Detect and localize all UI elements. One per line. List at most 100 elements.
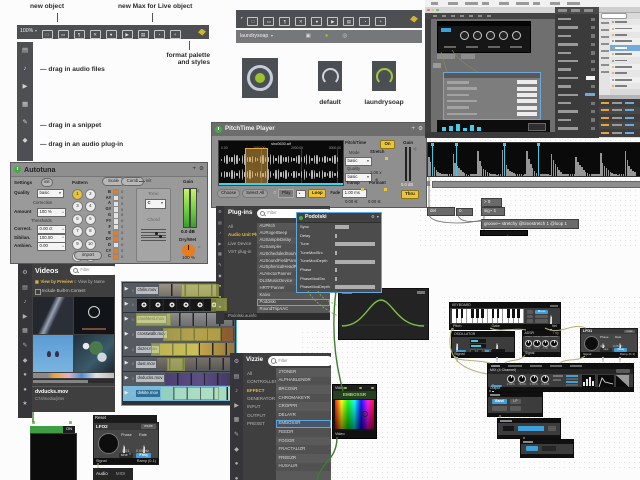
black-key[interactable] — [471, 309, 474, 318]
mute-button[interactable]: mute — [141, 424, 156, 429]
init-button[interactable]: init — [41, 178, 53, 187]
param-row[interactable]: TuneModDepth — [297, 257, 381, 266]
note-value[interactable]: 0 — [121, 249, 123, 253]
playbar-icon[interactable]: ▶ — [327, 17, 338, 26]
pattern-cell[interactable]: 7 — [72, 226, 83, 237]
power-icon[interactable] — [299, 216, 303, 220]
image-icon[interactable]: ▦ — [22, 328, 28, 335]
format-palette-icon[interactable] — [198, 29, 206, 36]
note-value[interactable]: 0 — [121, 255, 123, 259]
patcher-icon[interactable]: ▤ — [218, 221, 222, 226]
device-power-icon[interactable] — [215, 126, 222, 133]
vizzie-list-item[interactable]: FEEDR — [276, 428, 331, 437]
message-icon[interactable]: ▭ — [263, 17, 274, 26]
amount-value[interactable]: 100 % — [37, 208, 66, 217]
black-key[interactable] — [481, 309, 484, 318]
device-power-icon[interactable] — [14, 166, 21, 173]
vizzie-list-item[interactable]: HUSALIR — [276, 463, 331, 472]
clip-selection-overlay[interactable] — [136, 313, 171, 326]
choose-button[interactable]: Choose — [217, 189, 240, 198]
button-icon[interactable]: ● — [311, 17, 322, 26]
dot1-icon[interactable]: ● — [235, 461, 239, 468]
category-item[interactable]: All — [225, 223, 257, 231]
category-item[interactable]: Live Device — [225, 240, 257, 248]
lfo-main-knob[interactable] — [98, 433, 119, 454]
option-chip[interactable] — [510, 406, 521, 411]
media-icon[interactable]: ▶ — [234, 403, 239, 410]
settings-icon[interactable]: ⚙ — [218, 210, 222, 215]
reset-bar[interactable]: Reset — [93, 415, 157, 422]
knob-default[interactable] — [318, 61, 342, 91]
black-key[interactable] — [512, 309, 515, 318]
plugin-icon[interactable]: ◆ — [23, 137, 28, 144]
note-value[interactable]: 0 — [121, 213, 123, 217]
patcher-icon[interactable]: ▤ — [22, 285, 28, 292]
playbar-icon[interactable]: ▶ — [122, 30, 133, 39]
image-icon[interactable]: ▦ — [218, 252, 222, 257]
lfo-main-knob[interactable] — [584, 336, 599, 351]
pattern-cell[interactable]: 4 — [85, 201, 96, 212]
note-value[interactable]: 0 — [121, 225, 123, 229]
playlist-row[interactable]: ▶ ○ crosswalk.mov — [123, 327, 235, 341]
freq-button[interactable]: Freq — [614, 348, 627, 352]
knob-laundrysoap[interactable] — [372, 61, 396, 91]
gear-icon[interactable]: ⚙ — [418, 126, 423, 132]
module-title-bar[interactable]: EMBOSSR — [333, 391, 376, 399]
on-badge[interactable]: ON — [63, 426, 75, 433]
audio-icon[interactable]: ♪ — [24, 299, 27, 306]
inlet-dot[interactable] — [344, 387, 347, 390]
add-icon[interactable]: + — [411, 126, 415, 133]
ring-icon[interactable]: ◎ — [342, 33, 347, 39]
playlist-row[interactable]: ▶ ○ dvducks.mov — [123, 372, 235, 386]
black-key[interactable] — [476, 309, 479, 318]
monitor-screen[interactable] — [30, 433, 77, 480]
stage-value[interactable]: 0.00 — [543, 348, 548, 351]
param-slider[interactable] — [335, 225, 349, 229]
search-input[interactable]: Filter — [70, 266, 118, 275]
category-item[interactable]: Audio Unit Plug-in — [225, 231, 257, 239]
waveform-dropdown[interactable]: sine — [600, 348, 612, 352]
option-chip[interactable] — [548, 426, 556, 431]
pattern-cell[interactable]: 5 — [72, 214, 83, 225]
vizzie-list-item[interactable]: DELAYR — [276, 411, 331, 420]
pattern-cell[interactable]: 10 — [85, 239, 96, 250]
note-value[interactable]: 0 — [121, 190, 123, 194]
snippet-icon[interactable]: ✎ — [218, 263, 222, 268]
tab-view-by-name[interactable]: ≡View by Name — [74, 280, 105, 285]
filtergraph-panel[interactable] — [338, 288, 429, 340]
play-icon[interactable]: ▶ — [123, 376, 130, 382]
record-toggle-icon[interactable]: ○ — [273, 191, 276, 197]
zoom-dropdown-icon[interactable]: ▼ — [34, 30, 37, 34]
param-slider[interactable] — [335, 268, 337, 272]
color-swatch[interactable] — [335, 400, 374, 429]
playlist-row[interactable]: ▶ ○ dust.mov — [123, 357, 235, 371]
search-input[interactable]: Filter — [268, 356, 333, 366]
param-row[interactable]: Tune — [297, 240, 381, 249]
dot1-icon[interactable]: ● — [23, 372, 27, 379]
pattern-cell[interactable]: 8 — [85, 226, 96, 237]
zoom-level[interactable]: 100% — [20, 29, 33, 35]
plugin-icon[interactable]: ◆ — [218, 274, 221, 279]
image-icon[interactable]: ▦ — [22, 101, 28, 108]
scrollbar-track[interactable] — [33, 379, 114, 383]
category-item[interactable]: CONTROLLER — [244, 378, 276, 386]
tab-midi[interactable]: MIDI — [116, 471, 126, 476]
param-row[interactable]: PhaseModSrc — [297, 275, 381, 284]
zoom-dropdown-icon[interactable]: ▼ — [240, 17, 243, 21]
pattern-cell[interactable]: 6 — [85, 214, 96, 225]
param-row[interactable]: Sync — [297, 223, 381, 232]
video-thumbnail[interactable] — [74, 297, 114, 334]
inlet-dot[interactable] — [69, 421, 72, 424]
param-row[interactable]: PhaseModDepth — [297, 283, 381, 292]
option-chip[interactable] — [527, 310, 533, 314]
play-icon[interactable]: ▶ — [123, 302, 130, 308]
level-slider[interactable] — [518, 426, 544, 431]
freq-number-box[interactable] — [470, 344, 486, 348]
param-slider[interactable] — [335, 260, 375, 264]
dot2-icon[interactable]: ● — [235, 476, 239, 480]
swatch-cursor[interactable] — [362, 411, 368, 417]
mode-dropdown[interactable]: basic▼ — [345, 157, 372, 166]
toolbox-icon[interactable]: ▤ — [22, 47, 28, 54]
tonic-dropdown[interactable]: C▼ — [145, 199, 166, 209]
comment-icon[interactable]: ¶ — [74, 30, 85, 39]
